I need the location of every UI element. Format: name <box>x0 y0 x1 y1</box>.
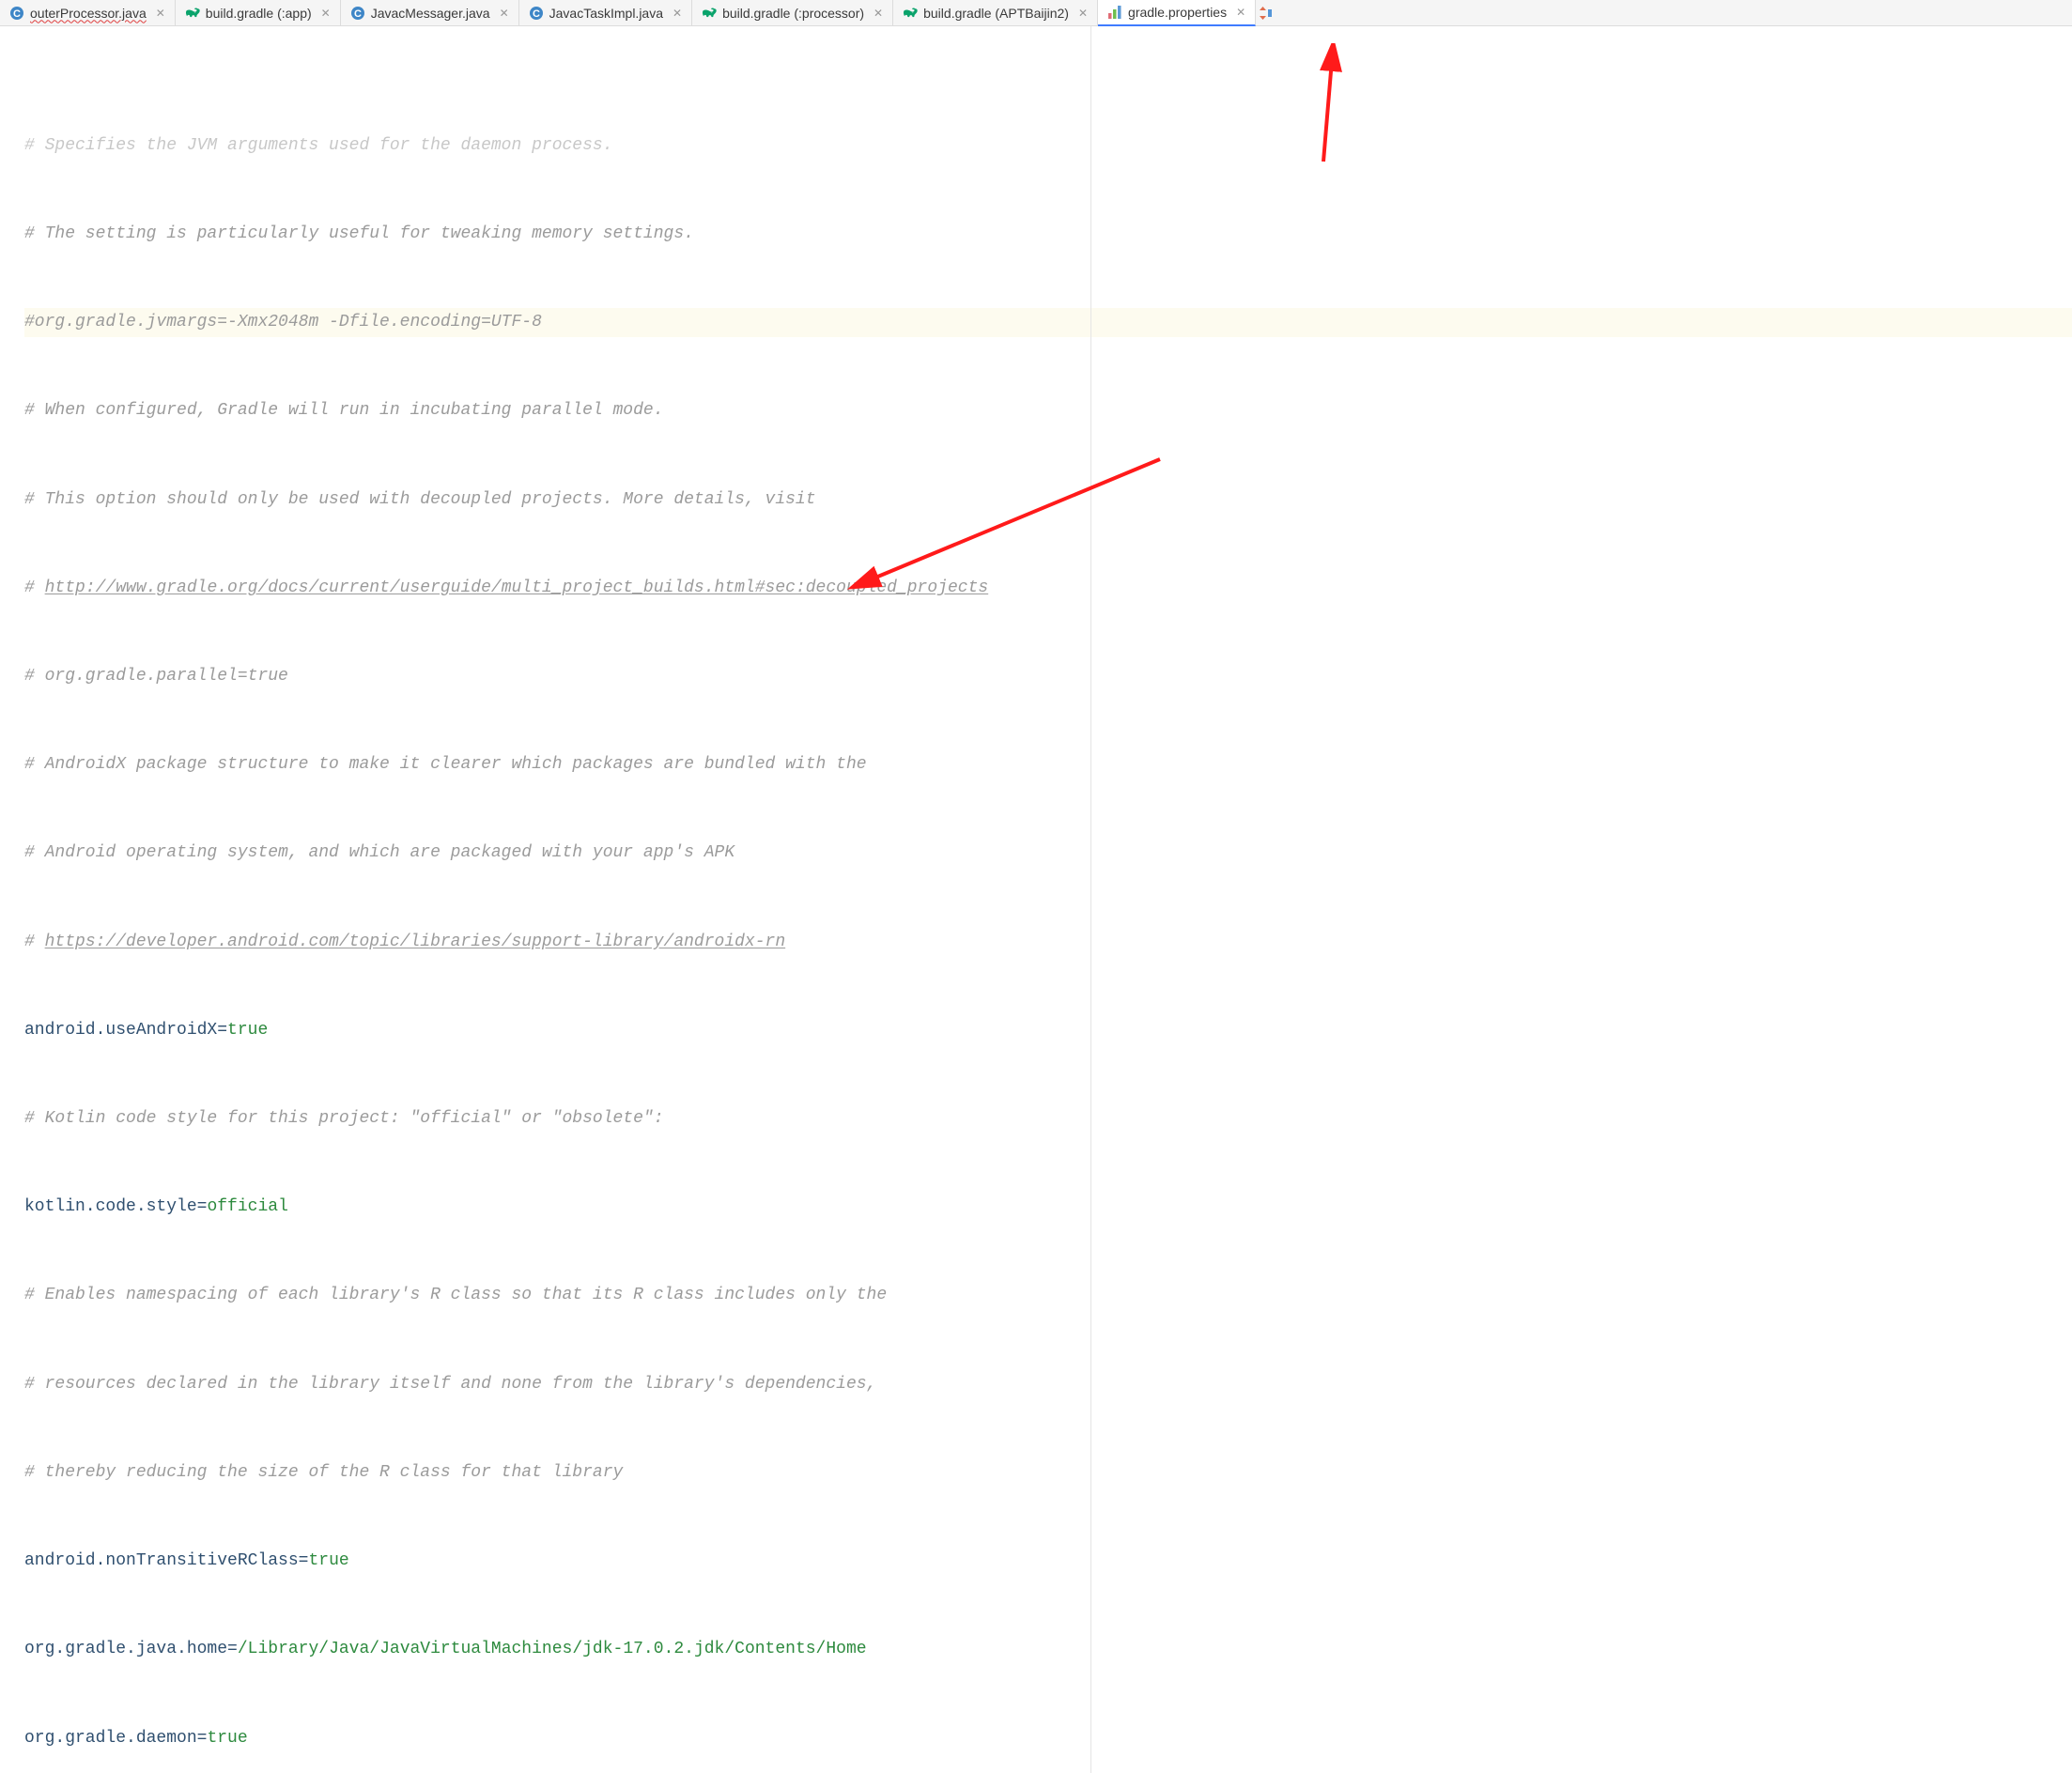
code-line: # https://developer.android.com/topic/li… <box>24 928 2072 957</box>
close-icon[interactable]: ✕ <box>500 7 509 20</box>
code-line: # When configured, Gradle will run in in… <box>24 396 2072 425</box>
close-icon[interactable]: ✕ <box>156 7 165 20</box>
svg-text:C: C <box>354 8 362 20</box>
code-line: # Android operating system, and which ar… <box>24 839 2072 868</box>
gradle-icon <box>185 6 200 21</box>
gradle-icon <box>903 6 918 21</box>
tab-label: JavacTaskImpl.java <box>549 6 663 21</box>
link[interactable]: https://developer.android.com/topic/libr… <box>45 933 786 951</box>
code-line: org.gradle.daemon=true <box>24 1724 2072 1753</box>
code-line: #org.gradle.jvmargs=-Xmx2048m -Dfile.enc… <box>24 308 2072 337</box>
class-icon: C <box>9 6 24 21</box>
editor-tab[interactable]: C JavacTaskImpl.java ✕ <box>519 0 692 25</box>
close-icon[interactable]: ✕ <box>1078 7 1088 20</box>
code-line: android.useAndroidX=true <box>24 1016 2072 1045</box>
editor-tab[interactable]: gradle.properties ✕ <box>1098 0 1256 26</box>
close-icon[interactable]: ✕ <box>1236 6 1245 19</box>
close-icon[interactable]: ✕ <box>673 7 682 20</box>
tabs-overflow-icon[interactable] <box>1256 0 1276 25</box>
editor-tab[interactable]: C JavacMessager.java ✕ <box>341 0 519 25</box>
code-line: # http://www.gradle.org/docs/current/use… <box>24 574 2072 603</box>
tab-label: build.gradle (:processor) <box>722 6 864 21</box>
link[interactable]: http://www.gradle.org/docs/current/userg… <box>45 578 989 597</box>
code-line: # resources declared in the library itse… <box>24 1370 2072 1399</box>
editor-tab[interactable]: build.gradle (APTBaijin2) ✕ <box>893 0 1098 25</box>
svg-text:C: C <box>13 8 21 20</box>
editor-tab[interactable]: build.gradle (:app) ✕ <box>176 0 341 25</box>
editor-tab-bar: C outerProcessor.java ✕ build.gradle (:a… <box>0 0 2072 26</box>
editor-tab[interactable]: build.gradle (:processor) ✕ <box>692 0 893 25</box>
svg-text:C: C <box>533 8 540 20</box>
code-line: kotlin.code.style=official <box>24 1193 2072 1222</box>
tab-label: build.gradle (APTBaijin2) <box>923 6 1069 21</box>
tab-label: JavacMessager.java <box>371 6 490 21</box>
close-icon[interactable]: ✕ <box>321 7 331 20</box>
class-icon: C <box>350 6 365 21</box>
code-line: # thereby reducing the size of the R cla… <box>24 1458 2072 1488</box>
close-icon[interactable]: ✕ <box>874 7 883 20</box>
code-line: org.gradle.java.home=/Library/Java/JavaV… <box>24 1635 2072 1664</box>
code-line: # org.gradle.parallel=true <box>24 662 2072 691</box>
code-line: # The setting is particularly useful for… <box>24 220 2072 249</box>
code-editor[interactable]: # Specifies the JVM arguments used for t… <box>0 26 2072 1773</box>
editor-tab[interactable]: C outerProcessor.java ✕ <box>0 0 176 25</box>
code-line: # Enables namespacing of each library's … <box>24 1281 2072 1310</box>
tab-label: gradle.properties <box>1128 5 1227 20</box>
right-margin-guide <box>0 26 1091 1773</box>
class-icon: C <box>529 6 544 21</box>
code-line: # AndroidX package structure to make it … <box>24 750 2072 779</box>
tab-label: outerProcessor.java <box>30 6 147 21</box>
code-line: # This option should only be used with d… <box>24 486 2072 515</box>
properties-icon <box>1107 5 1122 20</box>
tab-label: build.gradle (:app) <box>206 6 312 21</box>
code-line: # Kotlin code style for this project: "o… <box>24 1104 2072 1133</box>
code-line: # Specifies the JVM arguments used for t… <box>24 131 2072 161</box>
gradle-icon <box>702 6 717 21</box>
code-line: android.nonTransitiveRClass=true <box>24 1547 2072 1576</box>
